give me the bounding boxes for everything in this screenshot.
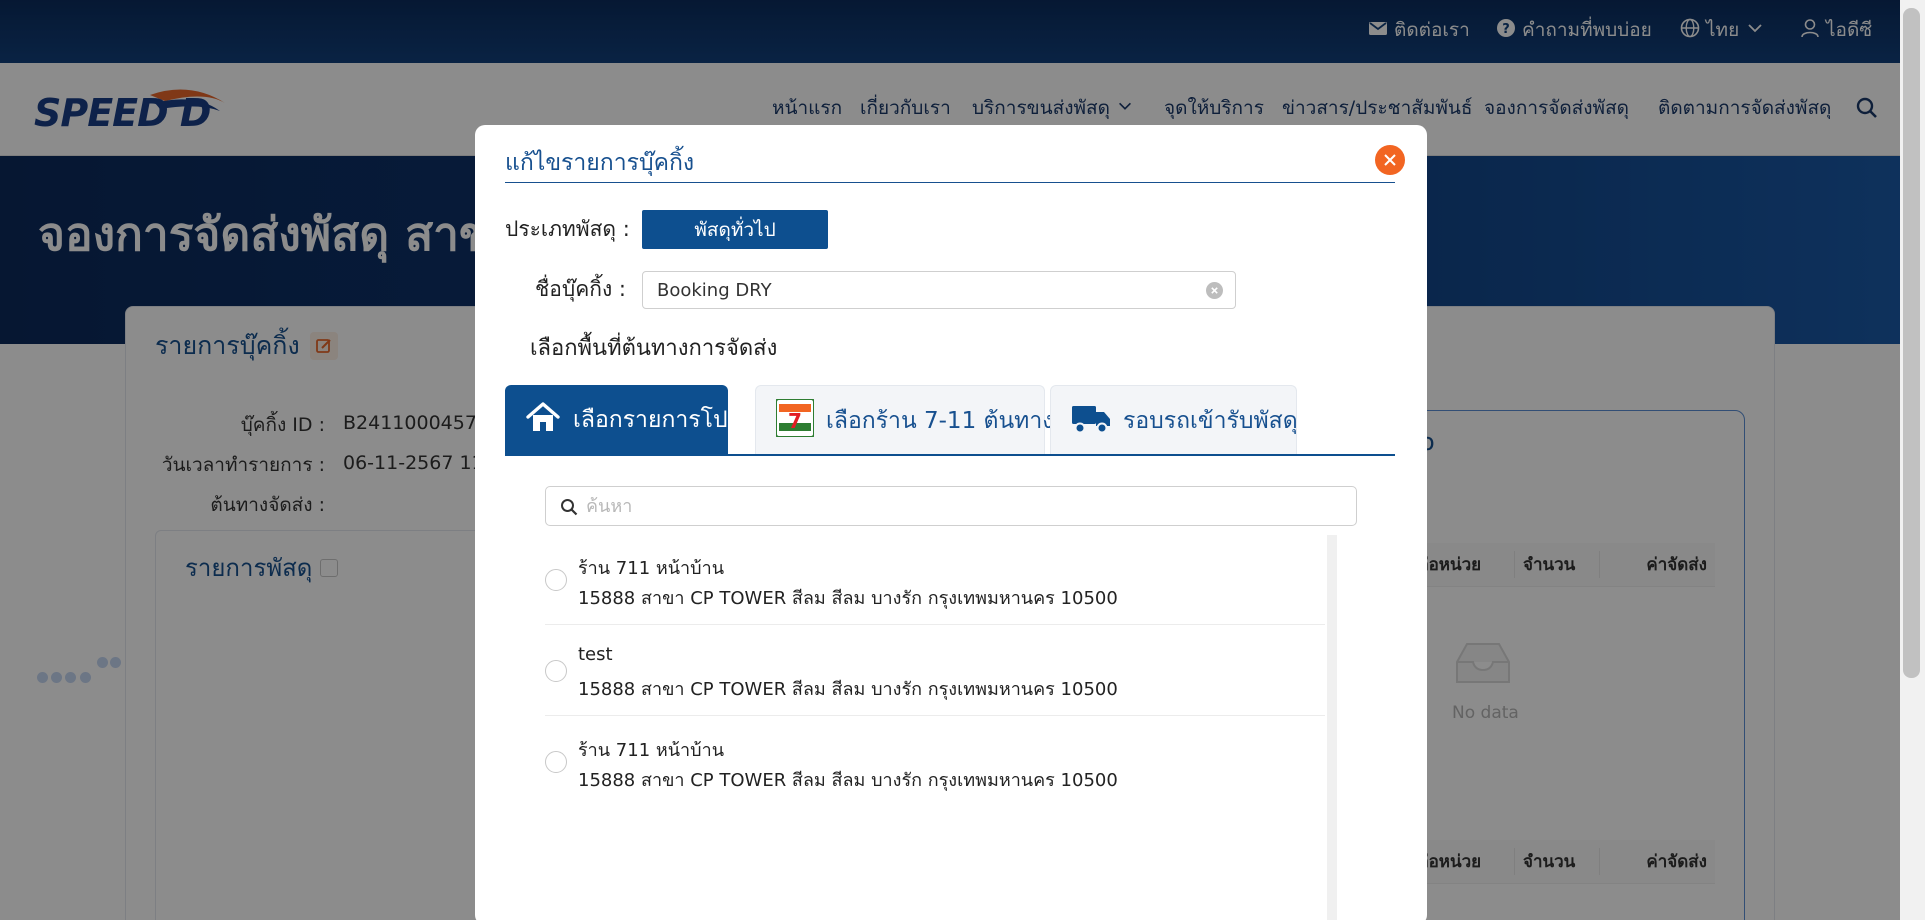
home-icon <box>525 401 561 439</box>
page-scrollbar-thumb[interactable] <box>1903 8 1920 678</box>
favorite-name: ร้าน 711 หน้าบ้าน <box>578 558 724 579</box>
tab-seven-eleven-label: เลือกร้าน 7-11 ต้นทาง <box>826 407 1054 434</box>
parcel-type-button[interactable]: พัสดุทั่วไป <box>642 210 828 249</box>
favorite-name: test <box>578 644 613 665</box>
favorites-list-scrollbar[interactable] <box>1327 535 1337 920</box>
tab-favorites[interactable]: เลือกรายการโปรด <box>505 385 755 455</box>
svg-text:7: 7 <box>788 409 802 433</box>
tab-favorites-label: เลือกรายการโปรด <box>573 407 755 433</box>
favorite-address: 15888 สาขา CP TOWER สีลม สีลม บางรัก กรุ… <box>578 588 1118 609</box>
clear-icon[interactable] <box>1206 282 1223 299</box>
parcel-type-label: ประเภทพัสดุ : <box>505 217 630 241</box>
select-radio[interactable] <box>545 569 567 591</box>
tab-seven-eleven[interactable]: 7 เลือกร้าน 7-11 ต้นทาง <box>755 385 1053 455</box>
select-radio[interactable] <box>545 751 567 773</box>
tab-pickup-round-label: รอบรถเข้ารับพัสดุ <box>1123 407 1298 434</box>
booking-name-input[interactable]: Booking DRY <box>642 271 1236 309</box>
list-item[interactable]: test 15888 สาขา CP TOWER สีลม สีลม บางรั… <box>545 626 1325 716</box>
close-icon <box>1384 154 1396 166</box>
select-radio[interactable] <box>545 660 567 682</box>
favorite-address: 15888 สาขา CP TOWER สีลม สีลม บางรัก กรุ… <box>578 770 1118 791</box>
favorite-name: ร้าน 711 หน้าบ้าน <box>578 740 724 761</box>
tabs-divider <box>505 454 1395 456</box>
booking-name-label: ชื่อบุ๊คกิ้ง : <box>535 277 626 301</box>
tab-pickup-round[interactable]: รอบรถเข้ารับพัสดุ <box>1050 385 1298 455</box>
favorites-search[interactable] <box>545 486 1357 526</box>
list-item[interactable]: ร้าน 711 หน้าบ้าน 15888 สาขา CP TOWER สี… <box>545 535 1325 625</box>
search-icon <box>560 498 578 516</box>
truck-icon <box>1071 402 1111 440</box>
booking-name-value: Booking DRY <box>657 279 772 301</box>
close-button[interactable] <box>1375 145 1405 175</box>
list-item[interactable]: ร้าน 711 หน้าบ้าน 15888 สาขา CP TOWER สี… <box>545 717 1325 807</box>
edit-booking-modal: แก้ไขรายการบุ๊คกิ้ง ประเภทพัสดุ : พัสดุท… <box>475 125 1427 920</box>
search-input[interactable] <box>586 495 1286 517</box>
modal-title-divider <box>505 182 1395 183</box>
favorite-address: 15888 สาขา CP TOWER สีลม สีลม บางรัก กรุ… <box>578 679 1118 700</box>
modal-title: แก้ไขรายการบุ๊คกิ้ง <box>505 150 695 176</box>
seven-eleven-icon: 7 <box>775 397 815 443</box>
favorites-list: ร้าน 711 หน้าบ้าน 15888 สาขา CP TOWER สี… <box>545 535 1335 920</box>
origin-section-label: เลือกพื้นที่ต้นทางการจัดส่ง <box>530 336 778 361</box>
